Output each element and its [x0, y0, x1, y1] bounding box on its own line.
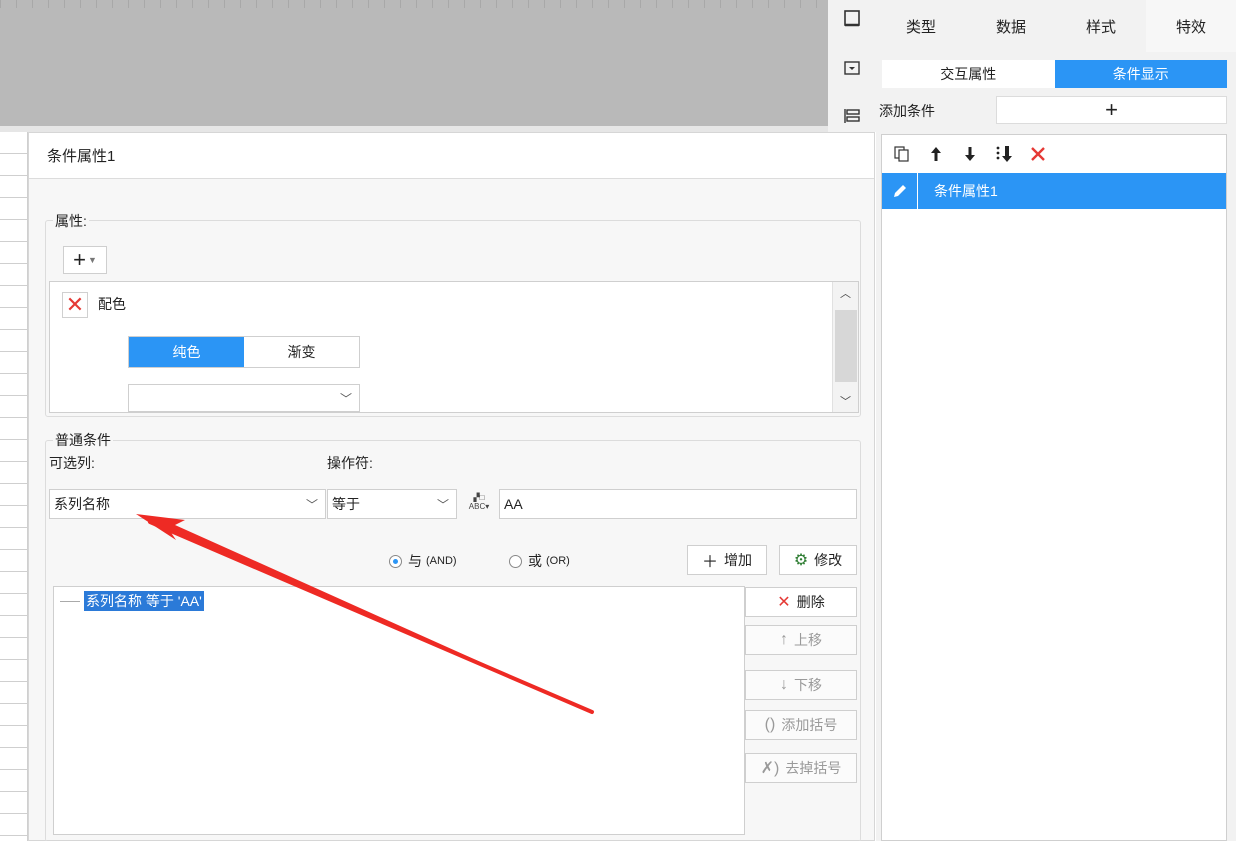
and-radio-dot [389, 554, 402, 568]
arrow-up-icon: ↑ [780, 631, 788, 648]
edit-pen-icon[interactable] [882, 173, 918, 209]
properties-label: 属性: [53, 211, 89, 231]
operator-label: 操作符: [327, 455, 373, 471]
property-scrollbar[interactable]: ︿ ﹀ [832, 282, 858, 412]
dialog-title: 条件属性1 [29, 133, 874, 179]
arrow-down-icon: ↓ [780, 676, 788, 693]
bracket-icon: () [764, 716, 776, 733]
or-radio-sub: (OR) [546, 555, 570, 567]
design-canvas [0, 0, 828, 126]
move-down-button[interactable]: ↓ 下移 [745, 670, 857, 700]
chevron-down-icon: ﹀ [339, 391, 352, 406]
panel-tabs: 类型 数据 样式 特效 [876, 0, 1236, 52]
operator-select-value: 等于 [332, 496, 360, 512]
add-condition-label: 添加条件 [879, 103, 935, 119]
modify-label: 修改 [814, 552, 843, 568]
square-icon[interactable] [842, 8, 862, 28]
tab-effects[interactable]: 特效 [1146, 0, 1236, 52]
tab-data[interactable]: 数据 [966, 0, 1056, 52]
add-property-dropdown[interactable]: + ▼ [63, 246, 107, 274]
expression-text: 系列名称 等于 'AA' [84, 591, 204, 611]
move-up-button[interactable]: ↑ 上移 [745, 625, 857, 655]
column-select[interactable]: 系列名称 ﹀ [49, 489, 326, 519]
move-down-label: 下移 [794, 677, 822, 693]
add-bracket-label: 添加括号 [781, 717, 838, 733]
subtab-conditional-display[interactable]: 条件显示 [1054, 60, 1227, 88]
and-radio[interactable]: 与 (AND) [389, 551, 457, 571]
delete-button[interactable]: ✕ 删除 [745, 587, 857, 617]
tab-type[interactable]: 类型 [876, 0, 966, 52]
column-select-value: 系列名称 [54, 496, 110, 512]
move-bottom-icon[interactable] [994, 145, 1014, 163]
subtab-interaction[interactable]: 交互属性 [882, 60, 1055, 88]
tab-style[interactable]: 样式 [1056, 0, 1146, 52]
operator-select[interactable]: 等于 ﹀ [327, 489, 457, 519]
or-radio-label: 或 [528, 553, 542, 569]
dropdown-box-icon[interactable] [842, 58, 862, 78]
property-name: 配色 [98, 296, 126, 312]
align-icon[interactable] [842, 106, 862, 126]
color-mode-solid[interactable]: 纯色 [129, 337, 244, 367]
and-radio-sub: (AND) [426, 555, 457, 567]
arrow-up-icon[interactable] [926, 145, 946, 163]
scroll-thumb[interactable] [835, 310, 857, 382]
condition-list-toolbar [882, 135, 1226, 173]
scroll-down-icon[interactable]: ﹀ [833, 390, 858, 412]
condition-list-item[interactable]: 条件属性1 [882, 173, 1226, 209]
property-list: ✕ 配色 纯色 渐变 ﹀ ︿ ﹀ [49, 281, 859, 413]
canvas-ruler [0, 0, 828, 8]
color-scheme-select[interactable]: ﹀ [128, 384, 360, 412]
or-radio-dot [509, 554, 522, 568]
color-mode-toggle: 纯色 渐变 [128, 336, 360, 368]
chevron-down-icon: ▼ [87, 255, 97, 265]
add-bracket-button[interactable]: () 添加括号 [745, 710, 857, 740]
column-label: 可选列: [49, 455, 95, 471]
value-input[interactable]: AA [499, 489, 857, 519]
properties-panel: 类型 数据 样式 特效 交互属性 条件显示 添加条件 + 条件属性1 [876, 0, 1236, 841]
remove-property-icon[interactable]: ✕ [62, 292, 88, 318]
add-property-plus: + [73, 247, 86, 272]
copy-icon[interactable] [892, 145, 912, 163]
condition-property-dialog: 条件属性1 属性: + ▼ ✕ 配色 纯色 渐变 ﹀ ︿ ﹀ 普通条件 可选列: … [28, 132, 875, 841]
arrow-down-icon[interactable] [960, 145, 980, 163]
add-condition-button[interactable]: + [996, 96, 1227, 124]
delete-label: 删除 [796, 594, 825, 610]
condition-item-label: 条件属性1 [934, 183, 998, 199]
tree-line [60, 600, 80, 602]
report-grid [0, 132, 28, 841]
modify-icon: ⚙ [793, 552, 809, 569]
delete-icon: ✕ [777, 594, 791, 611]
remove-bracket-icon: ✗) [760, 760, 780, 777]
scroll-up-icon[interactable]: ︿ [833, 282, 858, 304]
vertical-toolbar [828, 0, 876, 132]
expression-row[interactable]: 系列名称 等于 'AA' [60, 591, 204, 611]
chevron-down-icon: ﹀ [436, 497, 449, 512]
value-input-text: AA [504, 496, 523, 512]
chevron-down-icon: ﹀ [305, 497, 318, 512]
effects-subtabs: 交互属性 条件显示 [882, 60, 1227, 88]
or-radio[interactable]: 或 (OR) [509, 551, 570, 571]
add-condition-item-button[interactable]: ＋ 增加 [687, 545, 767, 575]
add-label: 增加 [724, 552, 752, 568]
and-radio-label: 与 [408, 553, 422, 569]
condition-list: 条件属性1 [881, 134, 1227, 841]
move-up-label: 上移 [794, 632, 822, 648]
color-mode-gradient[interactable]: 渐变 [244, 337, 359, 367]
modify-button[interactable]: ⚙ 修改 [779, 545, 857, 575]
common-conditions-label: 普通条件 [53, 430, 113, 450]
formula-abc-icon[interactable]: ▞□ ABC▾ [465, 488, 493, 516]
plus-icon: ＋ [701, 554, 718, 571]
remove-bracket-label: 去掉括号 [785, 760, 842, 776]
remove-bracket-button[interactable]: ✗) 去掉括号 [745, 753, 857, 783]
delete-icon[interactable] [1028, 145, 1048, 163]
condition-expression-tree[interactable]: 系列名称 等于 'AA' [53, 586, 745, 835]
